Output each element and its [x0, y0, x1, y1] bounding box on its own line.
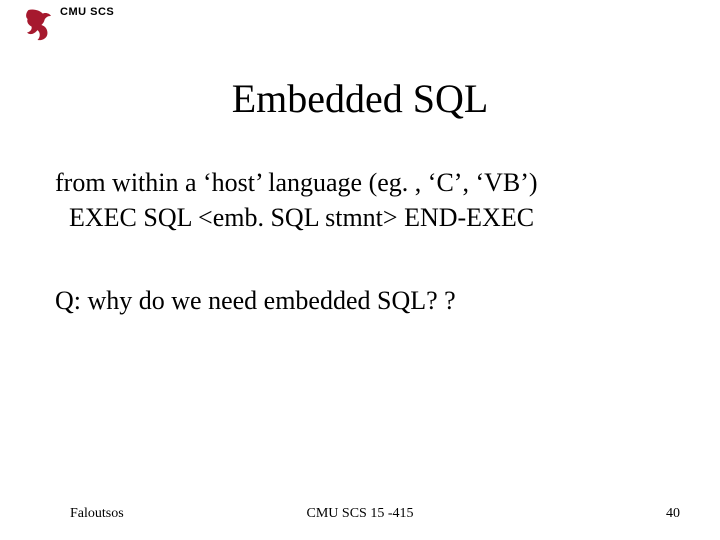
body-line-1: from within a ‘host’ language (eg. , ‘C’… — [55, 165, 680, 200]
slide-body: from within a ‘host’ language (eg. , ‘C’… — [55, 165, 680, 344]
footer-page-number: 40 — [666, 506, 680, 522]
body-question: Q: why do we need embedded SQL? ? — [55, 283, 680, 318]
footer-course: CMU SCS 15 -415 — [0, 506, 720, 522]
slide-header: CMU SCS — [24, 8, 114, 42]
body-line-2: EXEC SQL <emb. SQL stmnt> END-EXEC — [69, 200, 680, 235]
header-org: CMU SCS — [60, 6, 114, 18]
dragon-logo-icon — [24, 8, 54, 42]
slide-title: Embedded SQL — [0, 75, 720, 122]
